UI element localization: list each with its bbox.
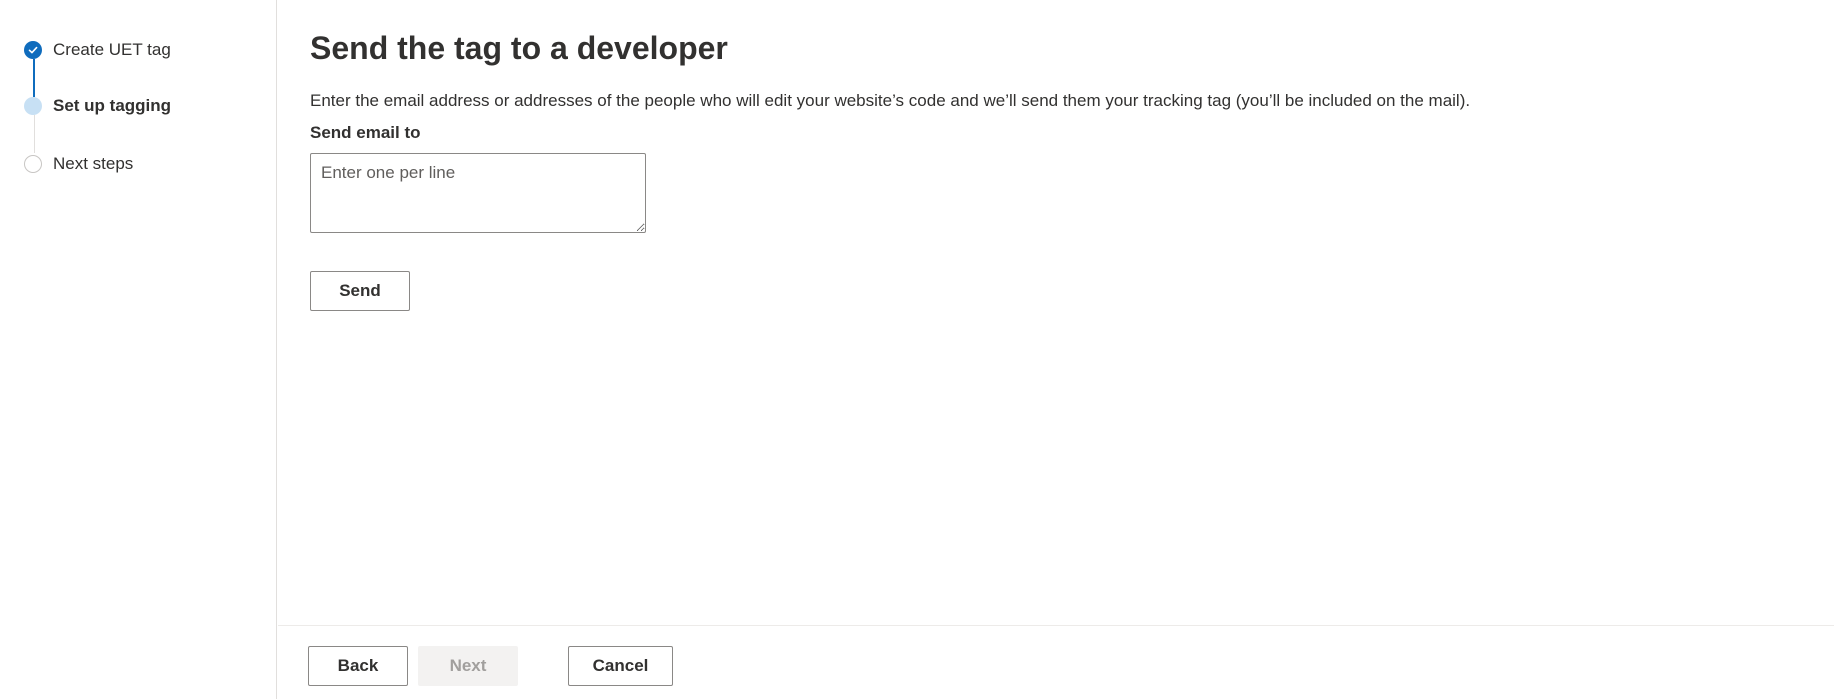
step-current-indicator [24, 97, 42, 115]
step-create-uet-tag[interactable]: Create UET tag [24, 38, 171, 62]
step-label: Next steps [53, 154, 134, 173]
checkmark-icon [28, 46, 38, 54]
step-upcoming-indicator [24, 155, 42, 173]
back-button[interactable]: Back [308, 646, 408, 686]
step-connector-upcoming [33, 115, 35, 153]
step-label: Create UET tag [53, 40, 171, 59]
page-description: Enter the email address or addresses of … [310, 91, 1471, 110]
step-completed-indicator [24, 41, 42, 59]
cancel-button[interactable]: Cancel [568, 646, 673, 686]
step-label: Set up tagging [53, 96, 172, 115]
page-title: Send the tag to a developer [310, 30, 728, 66]
main-content: Send the tag to a developer Enter the em… [278, 0, 1834, 699]
step-next-steps: Next steps [24, 152, 133, 176]
step-connector-completed [33, 59, 35, 97]
next-button[interactable]: Next [418, 646, 518, 686]
wizard-footer: Back Next Cancel [278, 625, 1834, 699]
uet-tag-wizard: Create UET tag Set up tagging Next steps… [0, 0, 1834, 699]
step-set-up-tagging[interactable]: Set up tagging [24, 94, 171, 118]
wizard-stepper: Create UET tag Set up tagging Next steps [0, 0, 277, 699]
send-button[interactable]: Send [310, 271, 410, 311]
send-email-textarea[interactable] [310, 153, 646, 233]
send-email-label: Send email to [310, 123, 421, 142]
